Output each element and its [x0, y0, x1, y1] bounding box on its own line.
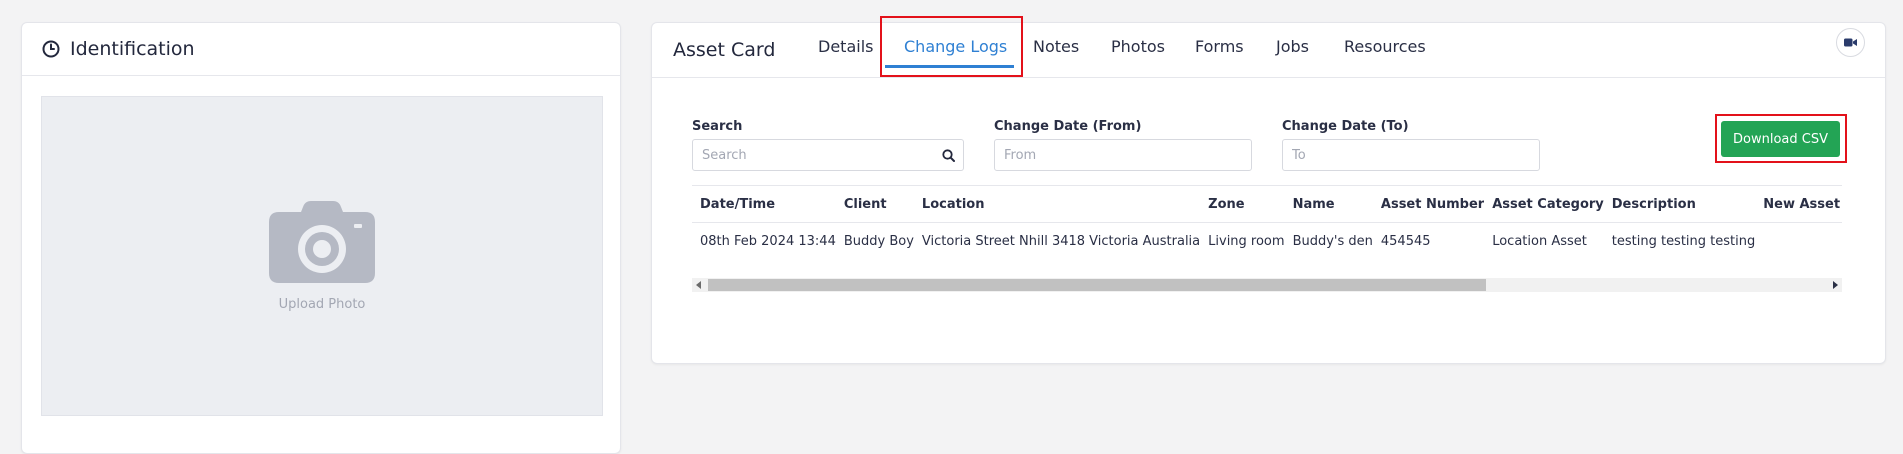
upload-photo-label: Upload Photo: [278, 296, 366, 312]
change-date-to-label: Change Date (To): [1282, 119, 1409, 134]
asset-card: Asset Card Details Change Logs Notes Pho…: [651, 16, 1886, 364]
change-date-from-input[interactable]: [994, 139, 1252, 171]
cell-zone: Living room: [1208, 233, 1285, 249]
column-header-date-time[interactable]: Date/Time: [692, 185, 836, 223]
cell-location: Victoria Street Nhill 3418 Victoria Aust…: [921, 233, 1201, 249]
table-horizontal-scrollbar[interactable]: [692, 278, 1842, 292]
identification-title: Identification: [70, 38, 195, 60]
column-header-name[interactable]: Name: [1284, 185, 1373, 223]
caret-right-icon: [1833, 281, 1838, 289]
tab-resources[interactable]: Resources: [1344, 37, 1426, 56]
table-header-row: Date/Time Client Location Zone Name Asse…: [692, 185, 1842, 223]
column-header-zone[interactable]: Zone: [1200, 185, 1285, 223]
upload-photo-area[interactable]: Upload Photo: [41, 96, 603, 416]
column-header-asset-category[interactable]: Asset Category: [1484, 185, 1604, 223]
cell-date-time: 08th Feb 2024 13:44: [700, 233, 836, 249]
video-button[interactable]: [1836, 28, 1865, 57]
tab-notes[interactable]: Notes: [1033, 37, 1079, 56]
scroll-right-arrow[interactable]: [1828, 278, 1842, 292]
camera-icon: [269, 200, 375, 283]
search-icon: [942, 148, 955, 162]
cell-name: Buddy's den: [1292, 233, 1373, 249]
asset-card-title: Asset Card: [673, 39, 776, 61]
identification-header: Identification: [22, 23, 620, 76]
change-date-from-label: Change Date (From): [994, 119, 1142, 134]
tab-forms[interactable]: Forms: [1195, 37, 1244, 56]
tab-photos[interactable]: Photos: [1111, 37, 1165, 56]
cell-asset-number: 454545: [1380, 233, 1431, 249]
table-row[interactable]: 08th Feb 2024 13:44 Buddy Boy Victoria S…: [692, 223, 1842, 256]
tab-jobs[interactable]: Jobs: [1276, 37, 1309, 56]
scrollbar-thumb[interactable]: [708, 279, 1486, 291]
scroll-left-arrow[interactable]: [692, 278, 706, 292]
cell-description: testing testing testing: [1611, 233, 1756, 249]
highlight-box-tab: [880, 16, 1023, 77]
column-header-client[interactable]: Client: [835, 185, 914, 223]
change-log-table-wrap: Date/Time Client Location Zone Name Asse…: [692, 185, 1842, 255]
video-camera-icon: [1844, 38, 1857, 47]
cell-client: Buddy Boy: [843, 233, 914, 249]
search-button[interactable]: [934, 139, 964, 171]
column-header-asset-number[interactable]: Asset Number: [1372, 185, 1485, 223]
column-header-description[interactable]: Description: [1603, 185, 1756, 223]
search-input[interactable]: [692, 139, 935, 171]
clock-icon: [42, 40, 60, 58]
change-log-table: Date/Time Client Location Zone Name Asse…: [692, 185, 1842, 255]
search-label: Search: [692, 119, 743, 134]
change-date-to-input[interactable]: [1282, 139, 1540, 171]
highlight-box-download: [1715, 114, 1847, 163]
column-header-new-asset-field[interactable]: New Asset Fie: [1755, 185, 1842, 223]
cell-asset-category: Location Asset: [1492, 233, 1587, 249]
column-header-location[interactable]: Location: [913, 185, 1201, 223]
cell-new-asset-field: [1755, 223, 1842, 256]
tab-details[interactable]: Details: [818, 37, 873, 56]
identification-card: Identification Upload Photo: [21, 22, 621, 454]
caret-left-icon: [696, 281, 701, 289]
asset-card-header: Asset Card Details Change Logs Notes Pho…: [652, 16, 1885, 78]
